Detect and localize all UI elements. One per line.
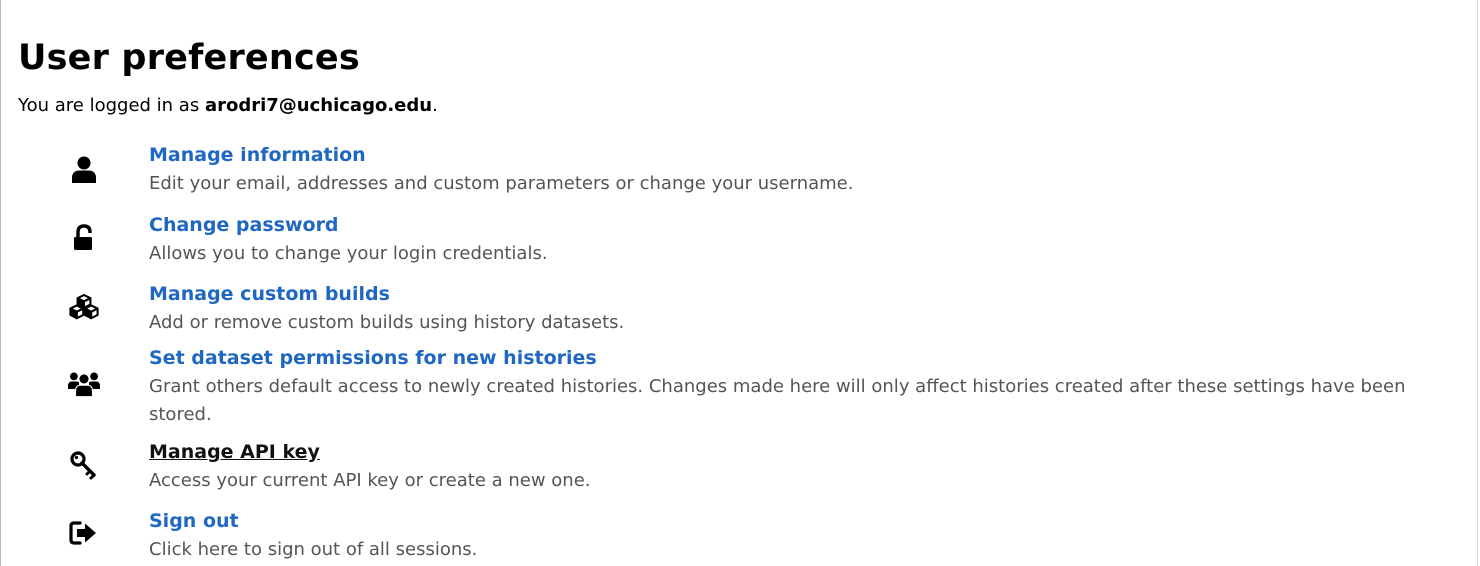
users-icon — [68, 368, 100, 400]
change-password-link[interactable]: Change password — [149, 212, 339, 238]
key-icon — [68, 449, 100, 481]
dataset-permissions-link[interactable]: Set dataset permissions for new historie… — [149, 345, 597, 371]
dataset-permissions-description: Grant others default access to newly cre… — [149, 376, 1406, 425]
manage-custom-builds-link[interactable]: Manage custom builds — [149, 281, 390, 307]
user-icon — [68, 154, 100, 186]
user-email: arodri7@uchicago.edu — [204, 95, 433, 116]
sign-out-icon — [68, 517, 100, 549]
manage-information-description: Edit your email, addresses and custom pa… — [149, 173, 854, 194]
change-password-description: Allows you to change your login credenti… — [149, 243, 548, 264]
manage-custom-builds-description: Add or remove custom builds using histor… — [149, 312, 625, 333]
right-border — [1477, 0, 1478, 566]
manage-api-key-description: Access your current API key or create a … — [149, 470, 591, 491]
sign-out-description: Click here to sign out of all sessions. — [149, 539, 478, 560]
cubes-icon — [68, 291, 100, 323]
login-status: You are logged in as arodri7@uchicago.ed… — [18, 94, 438, 118]
manage-information-link[interactable]: Manage information — [149, 142, 366, 168]
page-title: User preferences — [18, 38, 360, 78]
left-border — [0, 0, 1, 566]
login-prefix: You are logged in as — [18, 95, 205, 116]
unlock-icon — [68, 222, 100, 254]
sign-out-link[interactable]: Sign out — [149, 508, 239, 534]
login-suffix: . — [432, 95, 438, 116]
manage-api-key-link[interactable]: Manage API key — [149, 439, 320, 465]
